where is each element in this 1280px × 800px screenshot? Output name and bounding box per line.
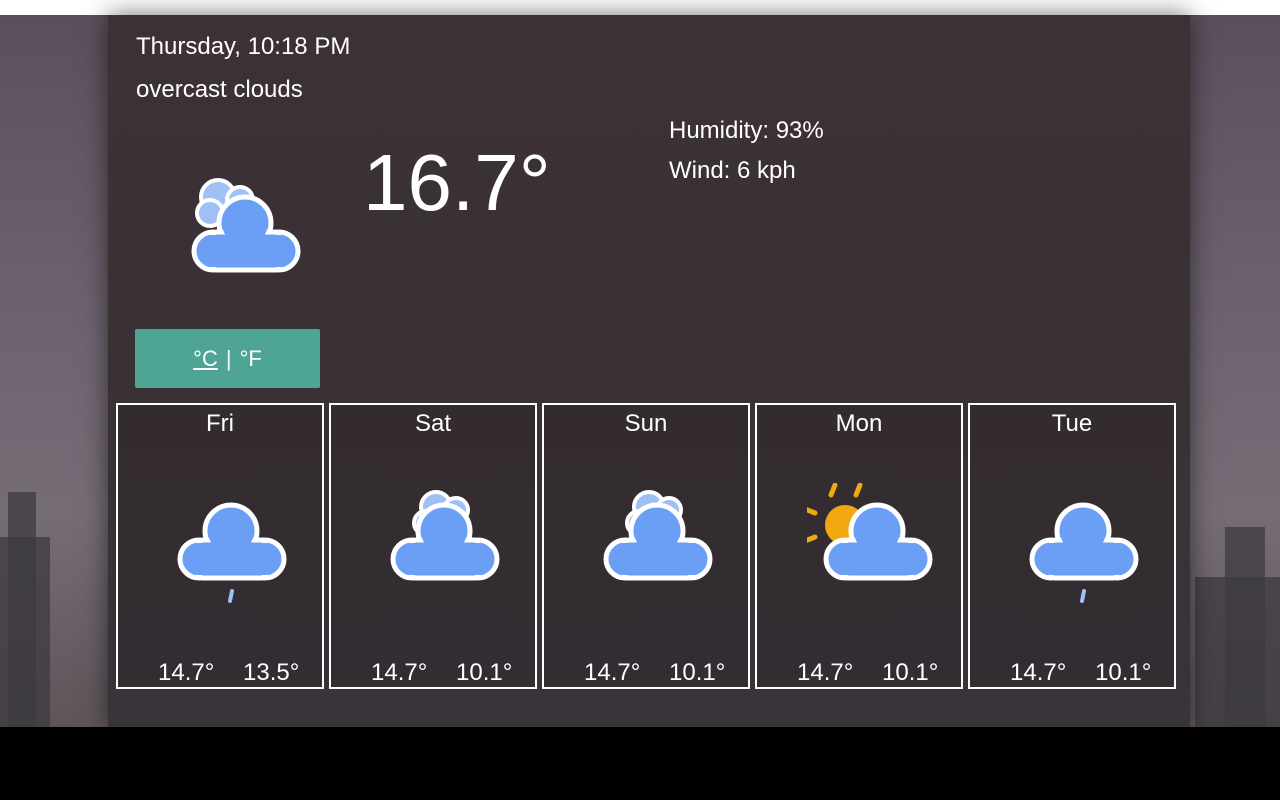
day-name: Mon: [835, 410, 883, 437]
unit-toggle-button[interactable]: °C | °F: [135, 329, 320, 388]
humidity-reading: Humidity: 93%: [669, 117, 824, 144]
current-condition: overcast clouds: [136, 76, 303, 103]
forecast-day-tue: Tue 14.7° 10.1°: [968, 403, 1176, 689]
partly-cloudy-icon: [807, 483, 933, 581]
light-rain-icon: [1029, 502, 1139, 603]
high-temp: 14.7°: [797, 659, 854, 686]
weather-widget: Thursday, 10:18 PM overcast clouds 16.7°…: [108, 15, 1190, 727]
light-rain-icon: [177, 502, 287, 603]
current-temperature: 16.7°: [363, 138, 551, 227]
top-strip: [0, 0, 1280, 15]
day-name: Tue: [1051, 410, 1093, 437]
current-datetime: Thursday, 10:18 PM: [136, 33, 351, 60]
unit-separator: |: [225, 345, 232, 371]
high-temp: 14.7°: [584, 659, 641, 686]
day-name: Fri: [206, 410, 234, 437]
day-name: Sun: [624, 410, 668, 437]
low-temp: 10.1°: [669, 659, 726, 686]
low-temp: 10.1°: [882, 659, 939, 686]
forecast-day-sat: Sat 14.7° 10.1°: [329, 403, 537, 689]
overcast-clouds-icon: [390, 490, 500, 581]
forecast-day-sun: Sun 14.7° 10.1°: [542, 403, 750, 689]
bottom-bar: [0, 727, 1280, 800]
forecast-day-mon: Mon 14.7° 10.1°: [755, 403, 963, 689]
overcast-clouds-icon: [603, 490, 713, 581]
high-temp: 14.7°: [1010, 659, 1067, 686]
low-temp: 10.1°: [456, 659, 513, 686]
low-temp: 10.1°: [1095, 659, 1152, 686]
fahrenheit-option[interactable]: °F: [240, 346, 262, 372]
wind-reading: Wind: 6 kph: [669, 157, 796, 184]
high-temp: 14.7°: [371, 659, 428, 686]
day-name: Sat: [414, 410, 452, 437]
high-temp: 14.7°: [158, 659, 215, 686]
celsius-option[interactable]: °C: [193, 346, 218, 372]
forecast-day-fri: Fri 14.7° 13.5°: [116, 403, 324, 689]
low-temp: 13.5°: [243, 659, 300, 686]
overcast-clouds-icon: [191, 178, 301, 273]
